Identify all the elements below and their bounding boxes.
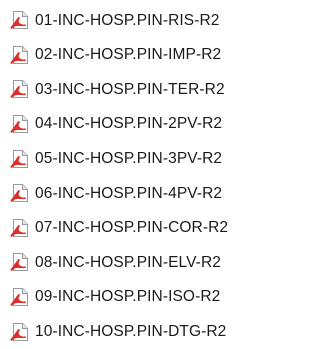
pdf-file-icon — [9, 148, 31, 170]
pdf-file-icon — [9, 321, 31, 343]
file-name: 07-INC-HOSP.PIN-COR-R2 — [35, 219, 229, 237]
file-item[interactable]: 01-INC-HOSP.PIN-RIS-R2 — [0, 3, 268, 38]
file-item[interactable]: 09-INC-HOSP.PIN-ISO-R2 — [0, 280, 268, 315]
file-list: 01-INC-HOSP.PIN-RIS-R2 02-INC-HOSP.PIN-IM… — [0, 0, 268, 349]
file-name: 05-INC-HOSP.PIN-3PV-R2 — [35, 149, 223, 167]
file-item[interactable]: 06-INC-HOSP.PIN-4PV-R2 — [0, 176, 268, 211]
file-item[interactable]: 02-INC-HOSP.PIN-IMP-R2 — [0, 38, 268, 73]
pdf-file-icon — [9, 113, 31, 135]
file-item[interactable]: 03-INC-HOSP.PIN-TER-R2 — [0, 72, 268, 107]
file-item[interactable]: 05-INC-HOSP.PIN-3PV-R2 — [0, 141, 268, 176]
pdf-file-icon — [9, 182, 31, 204]
file-name: 08-INC-HOSP.PIN-ELV-R2 — [35, 253, 221, 271]
pdf-file-icon — [9, 78, 31, 100]
file-name: 10-INC-HOSP.PIN-DTG-R2 — [35, 322, 227, 340]
file-name: 03-INC-HOSP.PIN-TER-R2 — [35, 80, 225, 98]
file-item[interactable]: 07-INC-HOSP.PIN-COR-R2 — [0, 211, 268, 246]
file-item[interactable]: 10-INC-HOSP.PIN-DTG-R2 — [0, 314, 268, 349]
pdf-file-icon — [9, 286, 31, 308]
file-name: 09-INC-HOSP.PIN-ISO-R2 — [35, 288, 221, 306]
pdf-file-icon — [9, 251, 31, 273]
pdf-file-icon — [9, 44, 31, 66]
pdf-file-icon — [9, 217, 31, 239]
pdf-file-icon — [9, 9, 31, 31]
file-name: 04-INC-HOSP.PIN-2PV-R2 — [35, 115, 223, 133]
file-name: 01-INC-HOSP.PIN-RIS-R2 — [35, 11, 220, 29]
file-item[interactable]: 08-INC-HOSP.PIN-ELV-R2 — [0, 245, 268, 280]
file-name: 06-INC-HOSP.PIN-4PV-R2 — [35, 184, 223, 202]
file-item[interactable]: 04-INC-HOSP.PIN-2PV-R2 — [0, 107, 268, 142]
file-name: 02-INC-HOSP.PIN-IMP-R2 — [35, 46, 222, 64]
